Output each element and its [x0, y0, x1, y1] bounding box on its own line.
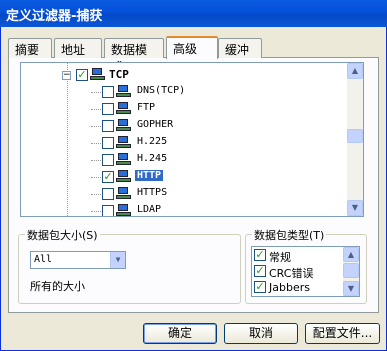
tab-label: 高级 — [173, 42, 198, 56]
network-icon — [90, 68, 105, 82]
network-icon — [116, 170, 131, 184]
packet-type-item-normal[interactable]: ✓ 常规 — [252, 248, 344, 264]
profiles-button[interactable]: 配置文件... — [305, 323, 380, 344]
packet-type-group-label: 数据包类型(T) — [252, 227, 327, 243]
tree-connector — [91, 92, 101, 93]
scroll-up-arrow-icon[interactable]: ▲ — [343, 247, 359, 262]
list-item-label: Jabbers — [269, 281, 310, 294]
network-icon — [116, 187, 131, 201]
scroll-up-arrow-icon[interactable]: ▲ — [347, 63, 363, 79]
scroll-thumb[interactable] — [343, 263, 359, 278]
tree-item-label: HTTPS — [137, 187, 168, 198]
ok-button[interactable]: 确定 — [143, 323, 217, 344]
packet-type-list[interactable]: ✓ 常规 ✓ CRC错误 ✓ Jabbers ▲ ▼ — [251, 246, 360, 297]
scroll-thumb[interactable] — [347, 129, 363, 143]
tree-item-ftp[interactable]: FTP — [21, 101, 351, 117]
network-icon — [116, 119, 131, 133]
tree-item-label: H.225 — [137, 136, 168, 147]
tree-item-label: H.245 — [137, 153, 168, 164]
packet-type-item-jabbers[interactable]: ✓ Jabbers — [252, 280, 344, 295]
tree-item-https[interactable]: HTTPS — [21, 186, 351, 202]
tree-connector — [91, 109, 101, 110]
tree-scrollbar[interactable]: ▲ ▼ — [347, 63, 363, 216]
tree-node-tcp[interactable]: − ✓ TCP — [21, 67, 221, 83]
tcp-checkbox[interactable]: ✓ — [76, 69, 88, 81]
packet-size-select[interactable]: All ▼ — [30, 251, 126, 269]
packet-size-value: All — [34, 254, 53, 265]
tree-item-label: LDAP — [137, 204, 162, 215]
packet-size-description: 所有的大小 — [30, 280, 85, 293]
tab-advanced[interactable]: 高级 — [166, 36, 218, 59]
item-checkbox[interactable] — [102, 103, 114, 115]
tree-item-h225[interactable]: H.225 — [21, 135, 351, 151]
tree-connector — [91, 177, 101, 178]
collapse-icon[interactable]: − — [62, 71, 71, 80]
button-label: 确定 — [167, 326, 192, 340]
scroll-down-arrow-icon[interactable]: ▼ — [347, 200, 363, 216]
tree-item-label: FTP — [137, 102, 156, 113]
tab-label: 地址 — [61, 43, 86, 57]
button-label: 配置文件... — [312, 326, 373, 340]
window-title: 定义过滤器-捕获 — [6, 9, 103, 24]
title-bar: 定义过滤器-捕获 — [0, 0, 387, 27]
packet-type-item-crc-error[interactable]: ✓ CRC错误 — [252, 264, 344, 280]
tree-item-label: DNS(TCP) — [137, 85, 186, 96]
item-checkbox[interactable] — [102, 86, 114, 98]
tree-item-http[interactable]: ✓ HTTP — [21, 169, 351, 185]
tree-item-label: HTTP — [135, 170, 164, 181]
item-checkbox[interactable] — [102, 188, 114, 200]
item-checkbox[interactable]: ✓ — [254, 249, 266, 261]
tree-connector — [91, 194, 101, 195]
button-label: 取消 — [248, 326, 273, 340]
tree-item-label: GOPHER — [137, 119, 174, 130]
tab-buffer[interactable]: 缓冲 — [218, 38, 262, 58]
tab-summary[interactable]: 摘要 — [8, 38, 52, 58]
protocol-tree[interactable]: − ✓ TCP DNS(TCP) FTP GOPHER H.225 H.245 … — [20, 62, 364, 217]
tab-data-pattern[interactable]: 数据模式 — [104, 38, 164, 74]
tree-connector — [91, 143, 101, 144]
tree-connector — [91, 160, 101, 161]
list-item-label: 常规 — [269, 251, 291, 264]
item-checkbox[interactable] — [102, 120, 114, 132]
tree-node-label: TCP — [109, 68, 129, 81]
item-checkbox[interactable] — [102, 205, 114, 216]
tree-connector — [91, 211, 101, 212]
item-checkbox[interactable]: ✓ — [102, 171, 114, 183]
tree-item-dns-tcp[interactable]: DNS(TCP) — [21, 84, 351, 100]
item-checkbox[interactable] — [102, 137, 114, 149]
tab-address[interactable]: 地址 — [54, 38, 102, 58]
cancel-button[interactable]: 取消 — [224, 323, 298, 344]
network-icon — [116, 102, 131, 116]
network-icon — [116, 136, 131, 150]
network-icon — [116, 204, 131, 216]
item-checkbox[interactable]: ✓ — [254, 281, 266, 293]
network-icon — [116, 85, 131, 99]
scroll-down-arrow-icon[interactable]: ▼ — [343, 281, 359, 296]
packet-size-group-label: 数据包大小(S) — [25, 227, 100, 243]
dropdown-arrow-icon[interactable]: ▼ — [110, 252, 125, 268]
tree-item-h245[interactable]: H.245 — [21, 152, 351, 168]
list-item-label: CRC错误 — [269, 267, 314, 280]
tab-label: 摘要 — [15, 43, 40, 57]
packet-type-scrollbar[interactable]: ▲ ▼ — [343, 247, 359, 296]
item-checkbox[interactable] — [102, 154, 114, 166]
tree-connector — [91, 126, 101, 127]
tree-item-gopher[interactable]: GOPHER — [21, 118, 351, 134]
tree-item-ldap[interactable]: LDAP — [21, 203, 351, 216]
network-icon — [116, 153, 131, 167]
item-checkbox[interactable]: ✓ — [254, 265, 266, 277]
tab-label: 缓冲 — [225, 43, 250, 57]
